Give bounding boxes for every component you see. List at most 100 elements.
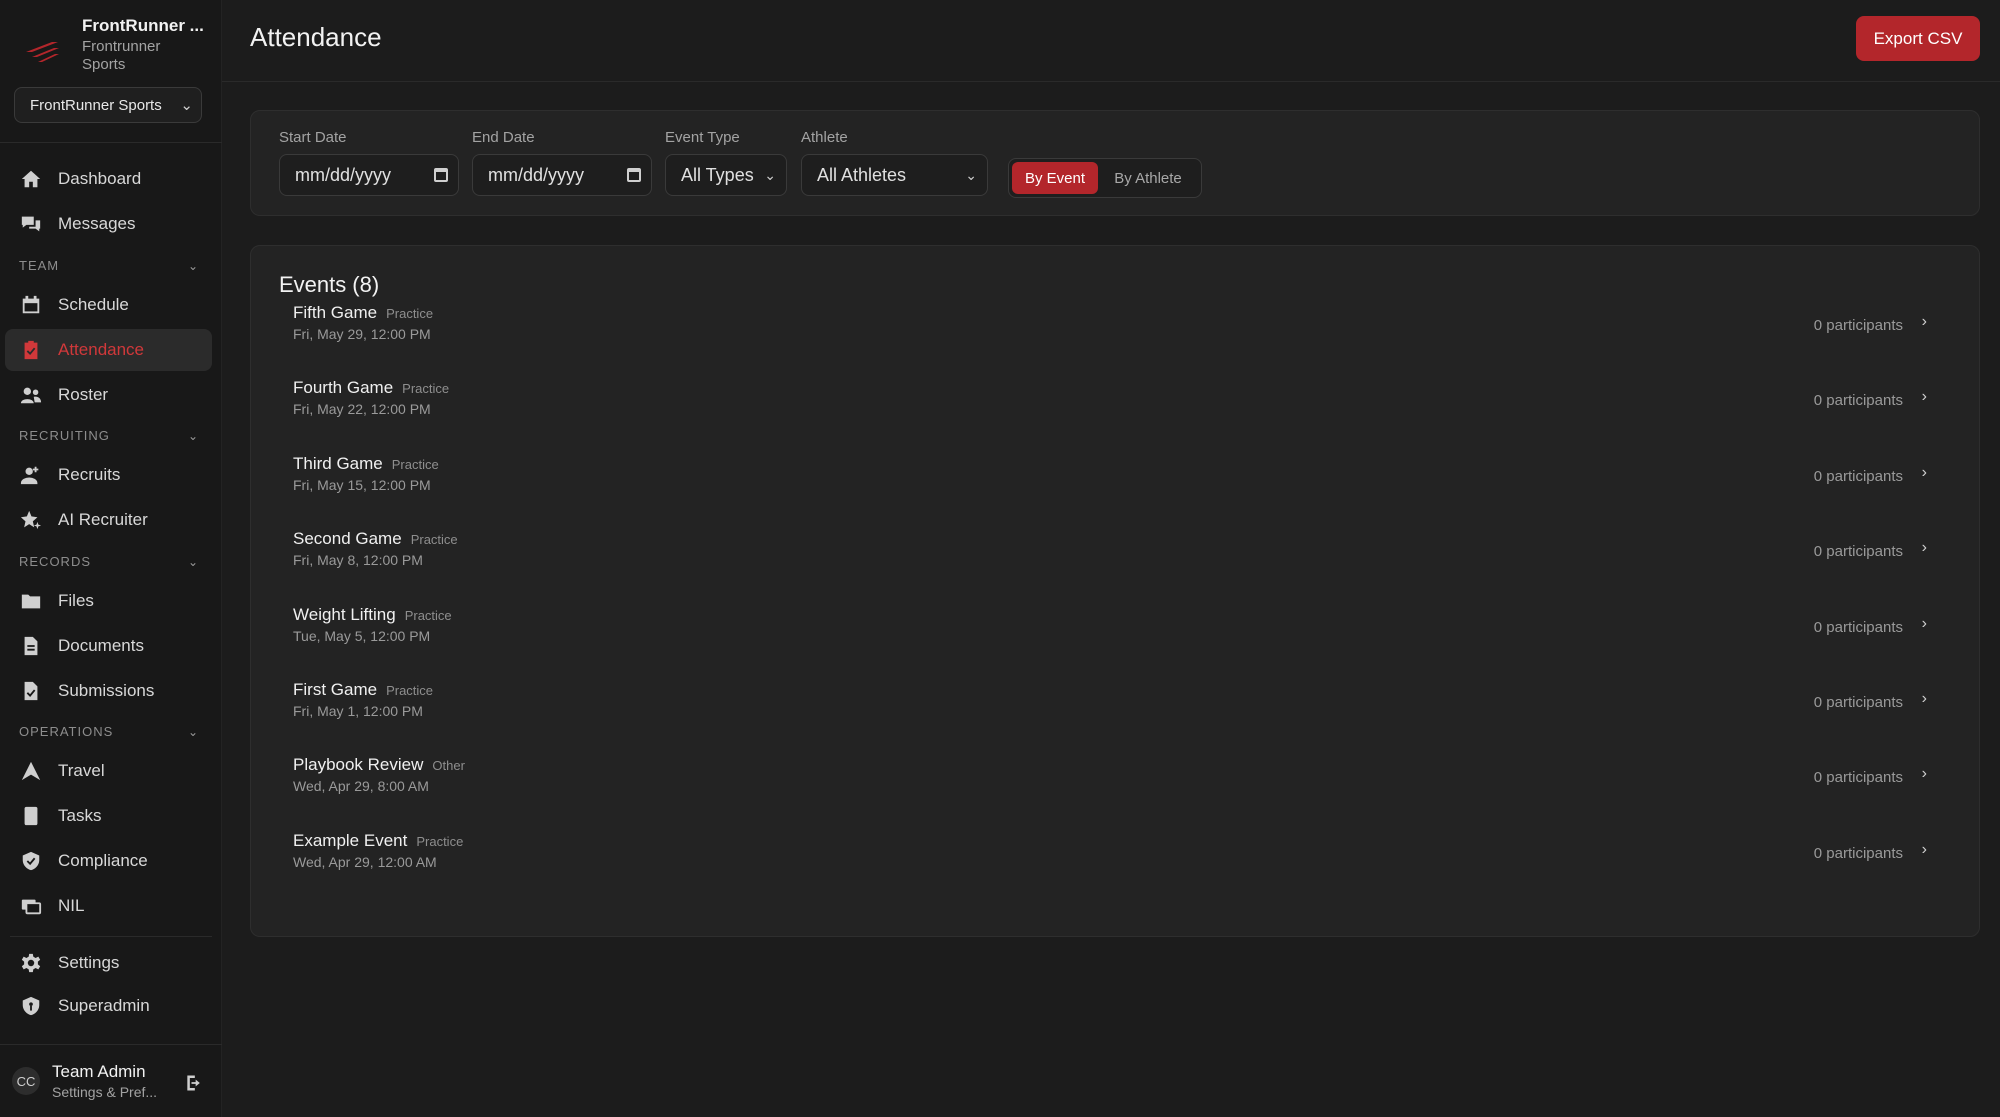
- sidebar-item-schedule[interactable]: Schedule: [5, 284, 212, 326]
- sidebar-item-label: Roster: [58, 385, 109, 404]
- event-name: Weight Lifting: [293, 604, 396, 624]
- by-athlete-toggle[interactable]: By Athlete: [1098, 162, 1198, 194]
- sidebar-item-label: Messages: [58, 214, 136, 233]
- logout-icon[interactable]: [184, 1073, 204, 1093]
- event-row[interactable]: First Game Practice Fri, May 1, 12:00 PM 0 …: [265, 670, 1965, 742]
- sidebar-item-travel[interactable]: Travel: [5, 750, 212, 792]
- start-date-label: Start Date: [279, 129, 347, 146]
- sidebar-item-dashboard[interactable]: Dashboard: [5, 158, 212, 200]
- user-menu[interactable]: CC Team Admin Settings & Pref...: [0, 1044, 222, 1117]
- chevron-right-icon[interactable]: ›: [1922, 539, 1927, 557]
- sidebar-item-label: Files: [58, 591, 94, 610]
- sidebar-item-tasks[interactable]: Tasks: [5, 795, 212, 837]
- calendar-icon[interactable]: [627, 168, 641, 182]
- users-icon: [20, 387, 42, 404]
- chevron-right-icon[interactable]: ›: [1922, 388, 1927, 406]
- chevron-right-icon[interactable]: ›: [1922, 313, 1927, 331]
- section-team[interactable]: TEAM ⌄: [19, 258, 199, 273]
- sidebar-item-nil[interactable]: NIL: [5, 885, 212, 927]
- user-plus-icon: [20, 466, 39, 485]
- section-label: RECRUITING: [19, 428, 110, 443]
- event-participants: 0 participants: [1813, 317, 1903, 334]
- event-type-value: All Types: [681, 164, 754, 185]
- start-date-input[interactable]: mm/dd/yyyy: [279, 154, 459, 196]
- sidebar-item-compliance[interactable]: Compliance: [5, 840, 212, 882]
- event-participants: 0 participants: [1813, 392, 1903, 410]
- event-row[interactable]: Fifth Game Practice Fri, May 29, 12:00 PM 0…: [265, 293, 1965, 365]
- sidebar-item-label: Compliance: [58, 851, 148, 870]
- chevron-down-icon: ⌄: [187, 554, 199, 569]
- event-row[interactable]: Example Event Practice Wed, Apr 29, 12:00 …: [265, 821, 1965, 893]
- event-participants: 0 participants: [1813, 844, 1903, 862]
- section-operations[interactable]: OPERATIONS ⌄: [19, 724, 199, 739]
- calendar-icon[interactable]: [434, 168, 448, 182]
- event-row[interactable]: Third Game Practice Fri, May 15, 12:00 PM 0…: [265, 444, 1965, 516]
- document-icon: [24, 636, 38, 656]
- export-csv-button[interactable]: Export CSV: [1856, 16, 1980, 61]
- event-name: Fifth Game: [293, 303, 378, 322]
- filters-panel: Start Date mm/dd/yyyy End Date mm/dd/yyy…: [250, 110, 1980, 216]
- sidebar-divider: [10, 936, 212, 937]
- chevron-right-icon[interactable]: ›: [1922, 690, 1927, 708]
- event-date: Fri, May 15, 12:00 PM: [293, 476, 431, 493]
- event-date: Fri, May 29, 12:00 PM: [293, 326, 431, 342]
- sidebar-item-label: Documents: [58, 636, 144, 655]
- section-records[interactable]: RECORDS ⌄: [19, 554, 199, 569]
- event-row[interactable]: Fourth Game Practice Fri, May 22, 12:00 PM…: [265, 368, 1965, 440]
- org-name: FrontRunner ...: [82, 16, 204, 35]
- event-type-group: Event Type All Types ⌄: [665, 129, 787, 196]
- chevron-right-icon[interactable]: ›: [1922, 615, 1927, 633]
- chat-bubbles-icon: [21, 216, 41, 232]
- event-row[interactable]: Playbook Review Other Wed, Apr 29, 8:00 AM…: [265, 745, 1965, 817]
- org-selector[interactable]: FrontRunner Sports ⌄: [14, 87, 202, 123]
- sparkle-star-icon: [20, 510, 42, 530]
- sidebar-item-documents[interactable]: Documents: [5, 625, 212, 667]
- event-participants: 0 participants: [1813, 467, 1903, 485]
- by-event-toggle[interactable]: By Event: [1012, 162, 1098, 194]
- sidebar-item-files[interactable]: Files: [5, 580, 212, 622]
- sidebar-item-settings[interactable]: Settings: [5, 942, 212, 984]
- chevron-down-icon: ⌄: [965, 166, 977, 183]
- event-type-select[interactable]: All Types ⌄: [665, 154, 787, 196]
- folder-icon: [21, 594, 41, 609]
- end-date-label: End Date: [472, 129, 535, 146]
- sidebar-item-recruits[interactable]: Recruits: [5, 454, 212, 496]
- sidebar-item-label: Settings: [58, 953, 120, 972]
- chevron-right-icon[interactable]: ›: [1922, 841, 1927, 859]
- chevron-right-icon[interactable]: ›: [1922, 765, 1927, 783]
- event-type-badge: Other: [432, 758, 465, 774]
- chevron-right-icon[interactable]: ›: [1922, 464, 1927, 482]
- event-type-label: Event Type: [665, 129, 740, 146]
- event-row[interactable]: Weight Lifting Practice Tue, May 5, 12:00 …: [265, 595, 1965, 667]
- sidebar-item-label: Schedule: [58, 295, 129, 314]
- event-type-badge: Practice: [391, 456, 439, 472]
- user-subtitle: Settings & Pref...: [52, 1084, 158, 1100]
- sidebar-item-submissions[interactable]: Submissions: [5, 670, 212, 712]
- section-recruiting[interactable]: RECRUITING ⌄: [19, 428, 199, 443]
- org-selector-value: FrontRunner Sports: [30, 96, 162, 114]
- sidebar-item-messages[interactable]: Messages: [5, 203, 212, 245]
- section-label: RECORDS: [19, 554, 92, 569]
- event-type-badge: Practice: [386, 683, 434, 698]
- event-type-badge: Practice: [402, 381, 450, 397]
- shield-icon: [22, 996, 40, 1016]
- event-date: Wed, Apr 29, 8:00 AM: [293, 778, 429, 795]
- end-date-input[interactable]: mm/dd/yyyy: [472, 154, 652, 196]
- event-date: Fri, May 22, 12:00 PM: [293, 401, 431, 418]
- event-date: Fri, May 8, 12:00 PM: [293, 552, 423, 569]
- chevron-down-icon: ⌄: [187, 724, 199, 739]
- sidebar-item-superadmin[interactable]: Superadmin: [5, 985, 212, 1027]
- event-name: Second Game: [293, 529, 402, 549]
- sidebar-item-label: Tasks: [58, 806, 102, 825]
- sidebar: FrontRunner ... Frontrunner Sports Front…: [0, 0, 222, 1117]
- event-row[interactable]: Second Game Practice Fri, May 8, 12:00 PM 0…: [265, 519, 1965, 591]
- athlete-select[interactable]: All Athletes ⌄: [801, 154, 988, 196]
- sidebar-item-ai-recruiter[interactable]: AI Recruiter: [5, 499, 212, 541]
- sidebar-item-roster[interactable]: Roster: [5, 374, 212, 416]
- event-participants: 0 participants: [1813, 618, 1903, 636]
- sidebar-item-label: Dashboard: [58, 169, 142, 188]
- org-subtitle: Frontrunner Sports: [82, 38, 161, 74]
- sidebar-item-attendance[interactable]: Attendance: [5, 329, 212, 371]
- event-participants: 0 participants: [1813, 769, 1903, 787]
- event-participants: 0 participants: [1813, 694, 1903, 711]
